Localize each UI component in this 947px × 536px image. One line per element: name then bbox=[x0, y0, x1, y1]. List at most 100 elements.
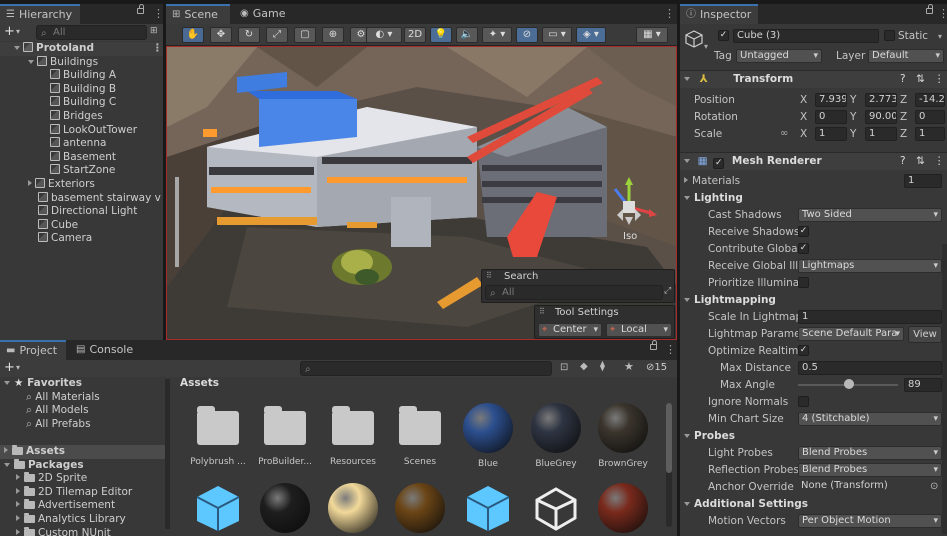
tab-scene[interactable]: ⊞ Scene bbox=[166, 4, 230, 24]
mesh-renderer-header[interactable]: ▦ ✓ Mesh Renderer ? ⇅ ⋮ bbox=[680, 152, 947, 170]
inspector-more-options-icon[interactable]: ⋮ bbox=[938, 7, 947, 20]
mesh-renderer-enabled-checkbox[interactable]: ✓ bbox=[713, 158, 725, 169]
tab-hierarchy[interactable]: ☰ Hierarchy bbox=[0, 4, 80, 24]
transform-scale-x-field[interactable]: 1 bbox=[815, 127, 847, 141]
expand-arrow-icon[interactable] bbox=[28, 59, 34, 64]
project-more-options-icon[interactable]: ⋮ bbox=[665, 343, 676, 356]
asset-folder[interactable]: Resources bbox=[321, 403, 385, 467]
hidden-objects-icon[interactable]: ⊘ bbox=[516, 27, 538, 43]
layer-dropdown[interactable]: Default bbox=[868, 49, 944, 63]
foldout-arrow-icon[interactable] bbox=[684, 177, 688, 183]
scale-tool-icon[interactable]: ⤢ bbox=[266, 27, 288, 43]
reflection-probes-dropdown[interactable]: Blend Probes bbox=[798, 463, 942, 477]
object-picker-icon[interactable]: ⊙ bbox=[930, 481, 938, 492]
hierarchy-item[interactable]: StartZone bbox=[0, 164, 163, 178]
asset-prefab[interactable] bbox=[186, 483, 250, 533]
favorite-item[interactable]: ⌕ All Models bbox=[0, 404, 170, 418]
materials-foldout[interactable]: Materials bbox=[684, 175, 740, 187]
gizmos-dropdown[interactable]: ◈ ▾ bbox=[576, 27, 606, 43]
asset-prefab[interactable] bbox=[456, 483, 520, 533]
tag-icon[interactable]: ⧫ bbox=[600, 361, 605, 372]
transform-scale-z-field[interactable]: 1 bbox=[915, 127, 945, 141]
scene-menu-icon[interactable]: ⋮ bbox=[152, 42, 163, 56]
hierarchy-item[interactable]: Buildings bbox=[0, 55, 163, 70]
tab-project[interactable]: ▬ Project bbox=[0, 340, 66, 360]
search-expand-icon[interactable]: ⤢ bbox=[664, 286, 671, 296]
package-expand-icon[interactable] bbox=[16, 528, 20, 535]
packages-folder-item[interactable]: Packages bbox=[0, 458, 170, 473]
hierarchy-item[interactable]: Bridges bbox=[0, 110, 163, 124]
hierarchy-item[interactable]: Camera bbox=[0, 232, 163, 246]
effects-dropdown[interactable]: ✦ ▾ bbox=[482, 27, 512, 43]
transform-position-z-field[interactable]: -14.26 bbox=[915, 93, 945, 107]
ignore-normals-checkbox[interactable] bbox=[798, 396, 809, 407]
hand-tool-icon[interactable]: ✋ bbox=[182, 27, 204, 43]
package-expand-icon[interactable] bbox=[16, 501, 20, 508]
foldout-arrow-icon[interactable] bbox=[684, 434, 690, 438]
asset-folder[interactable]: ProBuilder... bbox=[253, 403, 317, 467]
probes-foldout[interactable]: Probes bbox=[684, 430, 735, 442]
search-by-label-icon[interactable]: ◆ bbox=[580, 361, 588, 372]
hierarchy-item[interactable]: Cube bbox=[0, 218, 163, 233]
prioritize-illumination-checkbox[interactable] bbox=[798, 277, 809, 288]
search-options-icon[interactable]: ⊞ bbox=[150, 26, 158, 36]
assets-expand-icon[interactable] bbox=[4, 447, 8, 453]
toggle-2d-button[interactable]: 2D bbox=[404, 27, 426, 43]
search-overlay-grip-icon[interactable]: ⠿ bbox=[486, 271, 492, 280]
scene-gizmo[interactable]: Iso bbox=[599, 175, 659, 245]
motion-vectors-dropdown[interactable]: Per Object Motion bbox=[798, 514, 942, 528]
lighting-toggle-icon[interactable]: 💡 bbox=[430, 27, 452, 43]
hierarchy-item[interactable]: basement stairway v bbox=[0, 191, 163, 206]
asset-material[interactable]: BlueGrey bbox=[524, 403, 588, 469]
project-add-button[interactable]: + bbox=[4, 360, 15, 375]
assets-breadcrumb[interactable]: Assets bbox=[180, 377, 219, 389]
contribute-gi-checkbox[interactable]: ✓ bbox=[798, 243, 809, 254]
presets-icon[interactable]: ⇅ bbox=[916, 71, 925, 88]
min-chart-size-dropdown[interactable]: 4 (Stitchable) bbox=[798, 412, 942, 426]
scene-search-input[interactable]: ⌕ All bbox=[485, 285, 663, 300]
asset-material[interactable] bbox=[591, 483, 655, 533]
cast-shadows-dropdown[interactable]: Two Sided bbox=[798, 208, 942, 222]
hierarchy-item[interactable]: LookOutTower bbox=[0, 123, 163, 138]
hidden-packages-toggle[interactable]: ⊘15 bbox=[646, 362, 667, 373]
favorite-item[interactable]: ⌕ All Materials bbox=[0, 391, 170, 405]
transform-expand-icon[interactable] bbox=[684, 77, 690, 81]
inspector-scrollbar[interactable] bbox=[942, 244, 947, 534]
transform-tool-icon[interactable]: ⊕ bbox=[322, 27, 344, 43]
camera-dropdown[interactable]: ▭ ▾ bbox=[542, 27, 572, 43]
mesh-renderer-expand-icon[interactable] bbox=[684, 159, 690, 163]
package-expand-icon[interactable] bbox=[16, 515, 20, 521]
hierarchy-item[interactable]: Building B bbox=[0, 82, 163, 97]
component-menu-icon[interactable]: ⋮ bbox=[934, 71, 945, 88]
tool-settings-grip-icon[interactable]: ⠿ bbox=[539, 307, 545, 316]
mr-component-menu-icon[interactable]: ⋮ bbox=[934, 153, 945, 170]
shading-mode-dropdown[interactable]: ◐ ▾ bbox=[366, 27, 402, 43]
constrain-proportions-icon[interactable]: ∞ bbox=[780, 128, 788, 139]
foldout-arrow-icon[interactable] bbox=[684, 298, 690, 302]
hierarchy-item[interactable]: antenna bbox=[0, 137, 163, 151]
package-expand-icon[interactable] bbox=[16, 474, 20, 481]
package-item[interactable]: Advertisement bbox=[0, 499, 170, 513]
project-add-dropdown-icon[interactable]: ▾ bbox=[16, 363, 20, 372]
transform-header[interactable]: ⅄ Transform ? ⇅ ⋮ bbox=[680, 70, 947, 88]
hierarchy-item[interactable]: Building C bbox=[0, 96, 163, 110]
scene-viewport[interactable]: Iso ⠿ Search ⌕ All ⤢ ⠿ Tool Settings ⌖ C… bbox=[166, 46, 677, 340]
transform-position-y-field[interactable]: 2.773 bbox=[865, 93, 897, 107]
transform-rotation-y-field[interactable]: 90.00 bbox=[865, 110, 897, 124]
favorites-header[interactable]: ★ Favorites bbox=[0, 377, 170, 391]
overlay-dropdown[interactable]: ▦ ▾ bbox=[636, 27, 668, 43]
static-dropdown-icon[interactable]: ▾ bbox=[938, 32, 942, 41]
hierarchy-item[interactable]: Building A bbox=[0, 69, 163, 83]
light-probes-dropdown[interactable]: Blend Probes bbox=[798, 446, 942, 460]
lightmap-view-button[interactable]: View bbox=[908, 326, 942, 343]
foldout-arrow-icon[interactable] bbox=[684, 196, 690, 200]
receive-shadows-checkbox[interactable]: ✓ bbox=[798, 226, 809, 237]
favorites-expand-icon[interactable] bbox=[4, 381, 10, 385]
lightmapping-foldout[interactable]: Lightmapping bbox=[684, 294, 776, 306]
add-button[interactable]: + bbox=[4, 24, 15, 39]
assets-scrollbar-thumb[interactable] bbox=[666, 403, 672, 473]
object-active-checkbox[interactable]: ✓ bbox=[718, 30, 729, 41]
transform-rotation-x-field[interactable]: 0 bbox=[815, 110, 847, 124]
object-icon-dropdown[interactable]: ▾ bbox=[704, 42, 708, 51]
project-search-input[interactable]: ⌕ bbox=[300, 361, 552, 376]
